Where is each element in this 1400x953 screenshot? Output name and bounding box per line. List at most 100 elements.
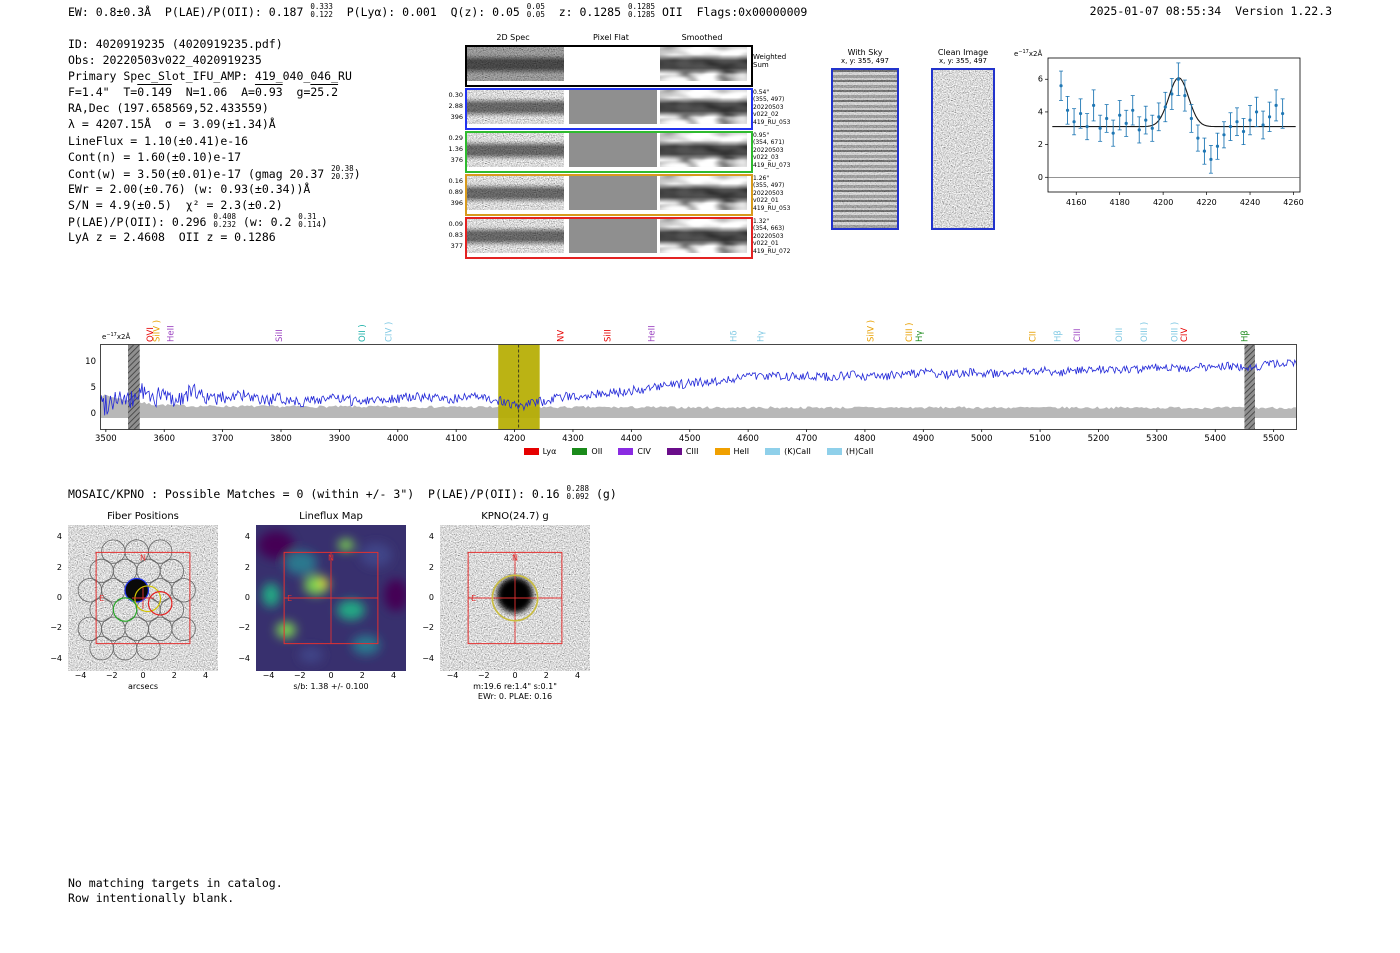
spectrum-x-tick: 4700 bbox=[795, 434, 818, 444]
cutout-left-label: 0.16 bbox=[448, 177, 463, 185]
cutout-right-label-line: 1.26" bbox=[753, 175, 770, 182]
svg-text:4: 4 bbox=[1038, 107, 1043, 116]
fiber-y-tick: 4 bbox=[56, 532, 62, 542]
info-5: 25.2 bbox=[310, 85, 339, 100]
kpno-x-label-2: EWr: 0. PLAE: 0.16 bbox=[477, 692, 553, 701]
info-2: N=1.06 A= bbox=[171, 85, 255, 100]
fiber-x-tick: 4 bbox=[202, 671, 209, 680]
lineflux-y-ticks: −4 −2 0 2 4 bbox=[226, 525, 252, 671]
cutout-left-label: 1.36 bbox=[448, 145, 463, 153]
svg-text:Hδ: Hδ bbox=[730, 330, 740, 342]
legend-swatch bbox=[826, 448, 842, 455]
kpno-g-panel: KPNO(24.7) g −4 −2 0 2 4 NE −4 −2 0 2 4 m:19.6 r… bbox=[410, 511, 600, 701]
signal-band-overlay bbox=[467, 219, 564, 253]
info-0: ID: 4020919235 (4020919235.pdf) bbox=[68, 37, 283, 51]
spectrum-y-tick: 0 bbox=[90, 409, 96, 420]
cutout-2dspec-cell bbox=[467, 47, 564, 81]
cutout-right-label: Weighted Sum bbox=[753, 53, 831, 69]
cutout-right-label-line: 20220503 bbox=[753, 232, 784, 240]
lineflux-map-image: NE bbox=[256, 525, 406, 671]
cutout-left-label: 396 bbox=[450, 113, 463, 121]
cutout-right-label-line: v022_01 bbox=[753, 240, 779, 248]
legend-label: (K)CaII bbox=[784, 447, 811, 456]
cutout-smoothed-cell bbox=[660, 176, 747, 210]
cutout-right-label-line: (354, 671) bbox=[753, 139, 785, 147]
cutout-pixelflat-cell bbox=[569, 219, 657, 253]
svg-text:OIII ): OIII ) bbox=[1170, 322, 1180, 342]
spectrum-x-tick: 5400 bbox=[1204, 434, 1227, 444]
spectrum-x-tick: 3900 bbox=[328, 434, 351, 444]
signal-band-overlay bbox=[660, 219, 747, 253]
spectrum-x-tick: 4600 bbox=[737, 434, 759, 444]
info-line-11: P(LAE)/P(OII): 0.296 0.408 0.232 (w: 0.2 … bbox=[68, 212, 361, 230]
cutout-left-label: 0.09 bbox=[448, 220, 463, 228]
mosaic-2: (g) bbox=[589, 486, 617, 501]
line-fit-plot: 0 2 4 6 4160 4180 4200 4220 4240 4260 e−17x2Å bbox=[1014, 49, 1304, 207]
spectrum-legend: Lyα OII CIV CIII HeII (K)CaII (H)CaII bbox=[100, 447, 1297, 456]
svg-text:0: 0 bbox=[1038, 173, 1043, 182]
info-line-5: λ = 4207.15Å σ = 3.09(±1.34)Å bbox=[68, 117, 361, 133]
svg-text:4220: 4220 bbox=[1196, 198, 1216, 207]
info-1: 0.149 bbox=[137, 85, 172, 100]
detection-info-block: ID: 4020919235 (4020919235.pdf) Obs: 2022… bbox=[68, 37, 361, 246]
cutout-smoothed-cell bbox=[660, 47, 747, 81]
fiber-y-ticks: −4 −2 0 2 4 bbox=[38, 525, 64, 671]
svg-text:e−17x2Å: e−17x2Å bbox=[1014, 49, 1042, 58]
report-datetime: 2025-01-07 08:55:34 bbox=[1089, 4, 1222, 18]
fiber-y-tick: −2 bbox=[50, 623, 62, 633]
kpno-x-tick: 0 bbox=[512, 671, 518, 680]
svg-text:Hβ: Hβ bbox=[1240, 330, 1250, 342]
spectrum-x-tick: 4500 bbox=[678, 434, 701, 444]
legend-swatch bbox=[523, 448, 539, 455]
info-line-0: ID: 4020919235 (4020919235.pdf) bbox=[68, 37, 361, 53]
cutout-left-label: 0.89 bbox=[448, 188, 463, 196]
cutout-right-label-line: 1.32" bbox=[753, 218, 770, 225]
cutout-right-label-line: v022_01 bbox=[753, 197, 779, 205]
cutout-right-label-line: Sum bbox=[753, 61, 769, 69]
cutout-right-label-line: (354, 663) bbox=[753, 225, 785, 233]
svg-text:4240: 4240 bbox=[1240, 198, 1260, 207]
info-0: λ = 4207.15Å σ = 3.09(±1.34)Å bbox=[68, 117, 276, 132]
lineflux-map-panel: Lineflux Map −4 −2 0 2 4 N E −4 −2 0 2 4… bbox=[226, 511, 416, 691]
svg-text:CIII ): CIII ) bbox=[905, 323, 915, 342]
cutout-2dspec-cell bbox=[467, 176, 564, 210]
svg-text:E: E bbox=[287, 594, 292, 603]
lineflux-y-tick: −2 bbox=[238, 623, 250, 633]
kpno-title: KPNO(24.7) g bbox=[481, 511, 549, 522]
kpno-image: NE bbox=[440, 525, 590, 671]
legend-swatch bbox=[666, 448, 682, 455]
cutout-left-label: 377 bbox=[450, 242, 463, 250]
header-stat-0: EW: 0.8±0.3Å P(LAE)/P(OII): 0.187 bbox=[68, 4, 311, 19]
svg-text:SiII: SiII bbox=[275, 329, 285, 342]
cutout-right-label: 0.95" (354, 671) 20220503 v022_03 419_RU_073 bbox=[753, 132, 831, 169]
sub: 20.37 bbox=[331, 172, 354, 181]
cutout-col-header-2: Smoothed bbox=[681, 33, 723, 42]
cutout-col-header-1: Pixel Flat bbox=[593, 33, 629, 42]
sub: 0.05 bbox=[526, 10, 545, 20]
clean-image-noise-texture bbox=[933, 70, 993, 228]
info-line-2: Primary Spec_Slot_IFU_AMP: 419_040_046_R… bbox=[68, 69, 361, 85]
spectrum-x-tick: 5000 bbox=[970, 434, 993, 444]
legend-item-Lyα: Lyα bbox=[523, 447, 556, 456]
report-version: Version 1.22.3 bbox=[1235, 4, 1332, 18]
footer-notes: No matching targets in catalog. Row inte… bbox=[68, 876, 283, 906]
fiber-x-tick: −4 bbox=[74, 671, 87, 680]
info-line-3: F=1.4" T=0.149 N=1.06 A=0.93 g=25.2 bbox=[68, 85, 361, 101]
cutout-left-label: 376 bbox=[450, 156, 463, 164]
cutout-row bbox=[465, 131, 753, 173]
cutout-right-label-line: (355, 497) bbox=[753, 96, 785, 104]
cutout-pixelflat-cell bbox=[569, 90, 657, 124]
fiber-x-label: arcsecs bbox=[127, 682, 159, 691]
header-stat-frac-5: 0.1285 0.1285 bbox=[628, 2, 655, 20]
fiber-y-tick: −4 bbox=[50, 653, 62, 663]
svg-text:6: 6 bbox=[1038, 75, 1043, 84]
clean-image-title: Clean Image bbox=[937, 48, 989, 57]
kpno-y-tick: 0 bbox=[428, 593, 434, 602]
clean-image bbox=[931, 68, 995, 230]
legend-item-OII: OII bbox=[572, 447, 602, 456]
spectrum-x-tick: 4000 bbox=[386, 434, 409, 444]
info-0: S/N = 4.9(±0.5) χ² = 2.3(±0.2) bbox=[68, 197, 283, 212]
kpno-y-tick: 2 bbox=[428, 562, 434, 572]
svg-text:4160: 4160 bbox=[1066, 198, 1086, 207]
legend-item-(H)CaII: (H)CaII bbox=[826, 447, 873, 456]
